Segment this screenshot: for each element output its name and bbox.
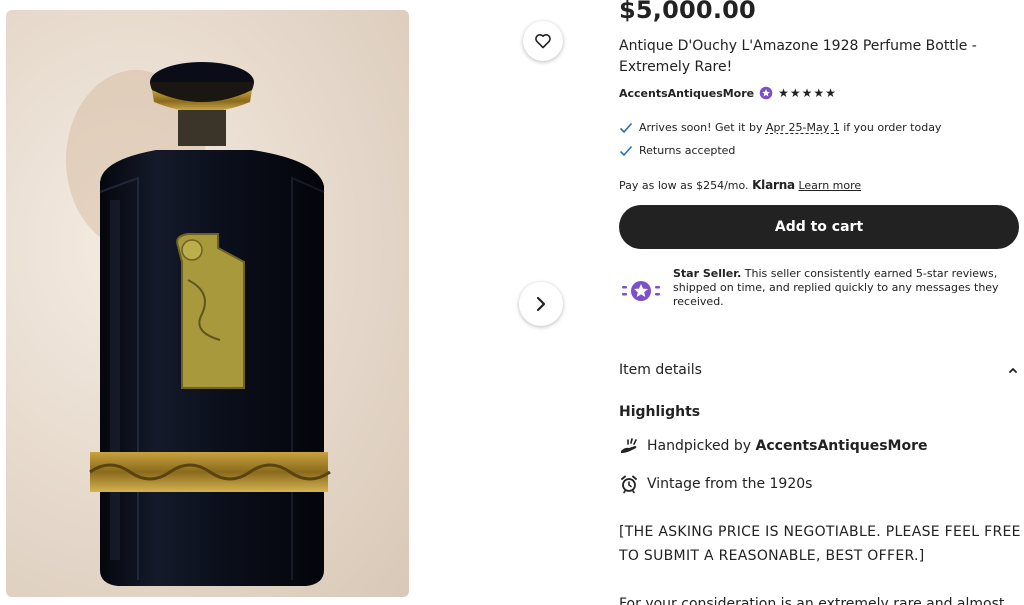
learn-more-link[interactable]: Learn more — [798, 179, 861, 192]
item-details-header: Item details — [619, 362, 702, 378]
price: $5,000.00 — [619, 0, 756, 24]
handpicked-shop: AccentsAntiquesMore — [755, 438, 928, 454]
heart-icon — [535, 34, 551, 49]
shop-name-link[interactable]: AccentsAntiquesMore — [619, 87, 754, 100]
star-seller-badge-icon — [622, 281, 660, 301]
arrival-row: Arrives soon! Get it by Apr 25-May 1 if … — [619, 121, 941, 134]
arrival-dates[interactable]: Apr 25-May 1 — [766, 121, 840, 134]
item-details-toggle[interactable]: Item details — [619, 362, 1019, 378]
returns-row: Returns accepted — [619, 144, 735, 157]
klarna-row: Pay as low as $254/mo. Klarna Learn more — [619, 178, 861, 192]
star-seller-title: Star Seller. — [673, 267, 742, 280]
check-icon — [619, 145, 633, 156]
highlights-heading: Highlights — [619, 404, 701, 420]
klarna-logo: Klarna — [752, 178, 795, 192]
shop-rating-row: AccentsAntiquesMore ★★★★★ — [619, 86, 837, 100]
chevron-up-icon — [1009, 368, 1017, 373]
check-icon — [619, 122, 633, 133]
returns-text: Returns accepted — [639, 144, 736, 157]
product-photo[interactable] — [6, 10, 409, 597]
vintage-row: Vintage from the 1920s — [619, 474, 812, 494]
star-seller-info: Star Seller. This seller consistently ea… — [619, 267, 1019, 309]
hand-icon — [621, 438, 637, 453]
arrival-prefix: Arrives soon! Get it by — [639, 121, 763, 134]
chevron-right-icon — [536, 296, 546, 312]
star-seller-badge-icon — [759, 86, 773, 100]
klarna-text: Pay as low as $254/mo. — [619, 179, 749, 192]
next-image-button[interactable] — [519, 282, 563, 326]
perfume-bottle-image — [66, 62, 331, 586]
favorite-button[interactable] — [523, 21, 563, 61]
arrival-suffix: if you order today — [843, 121, 942, 134]
handpicked-row: Handpicked by AccentsAntiquesMore — [619, 437, 928, 455]
handpicked-prefix: Handpicked by — [647, 438, 752, 454]
rating-stars[interactable]: ★★★★★ — [778, 86, 837, 100]
add-to-cart-button[interactable]: Add to cart — [619, 205, 1019, 249]
listing-title: Antique D'Ouchy L'Amazone 1928 Perfume B… — [619, 38, 977, 75]
description-text: [THE ASKING PRICE IS NEGOTIABLE. PLEASE … — [619, 524, 1021, 564]
alarm-clock-icon — [621, 475, 637, 494]
vintage-text: Vintage from the 1920s — [647, 476, 813, 492]
description-continued: For your consideration is an extremely r… — [619, 596, 1005, 605]
